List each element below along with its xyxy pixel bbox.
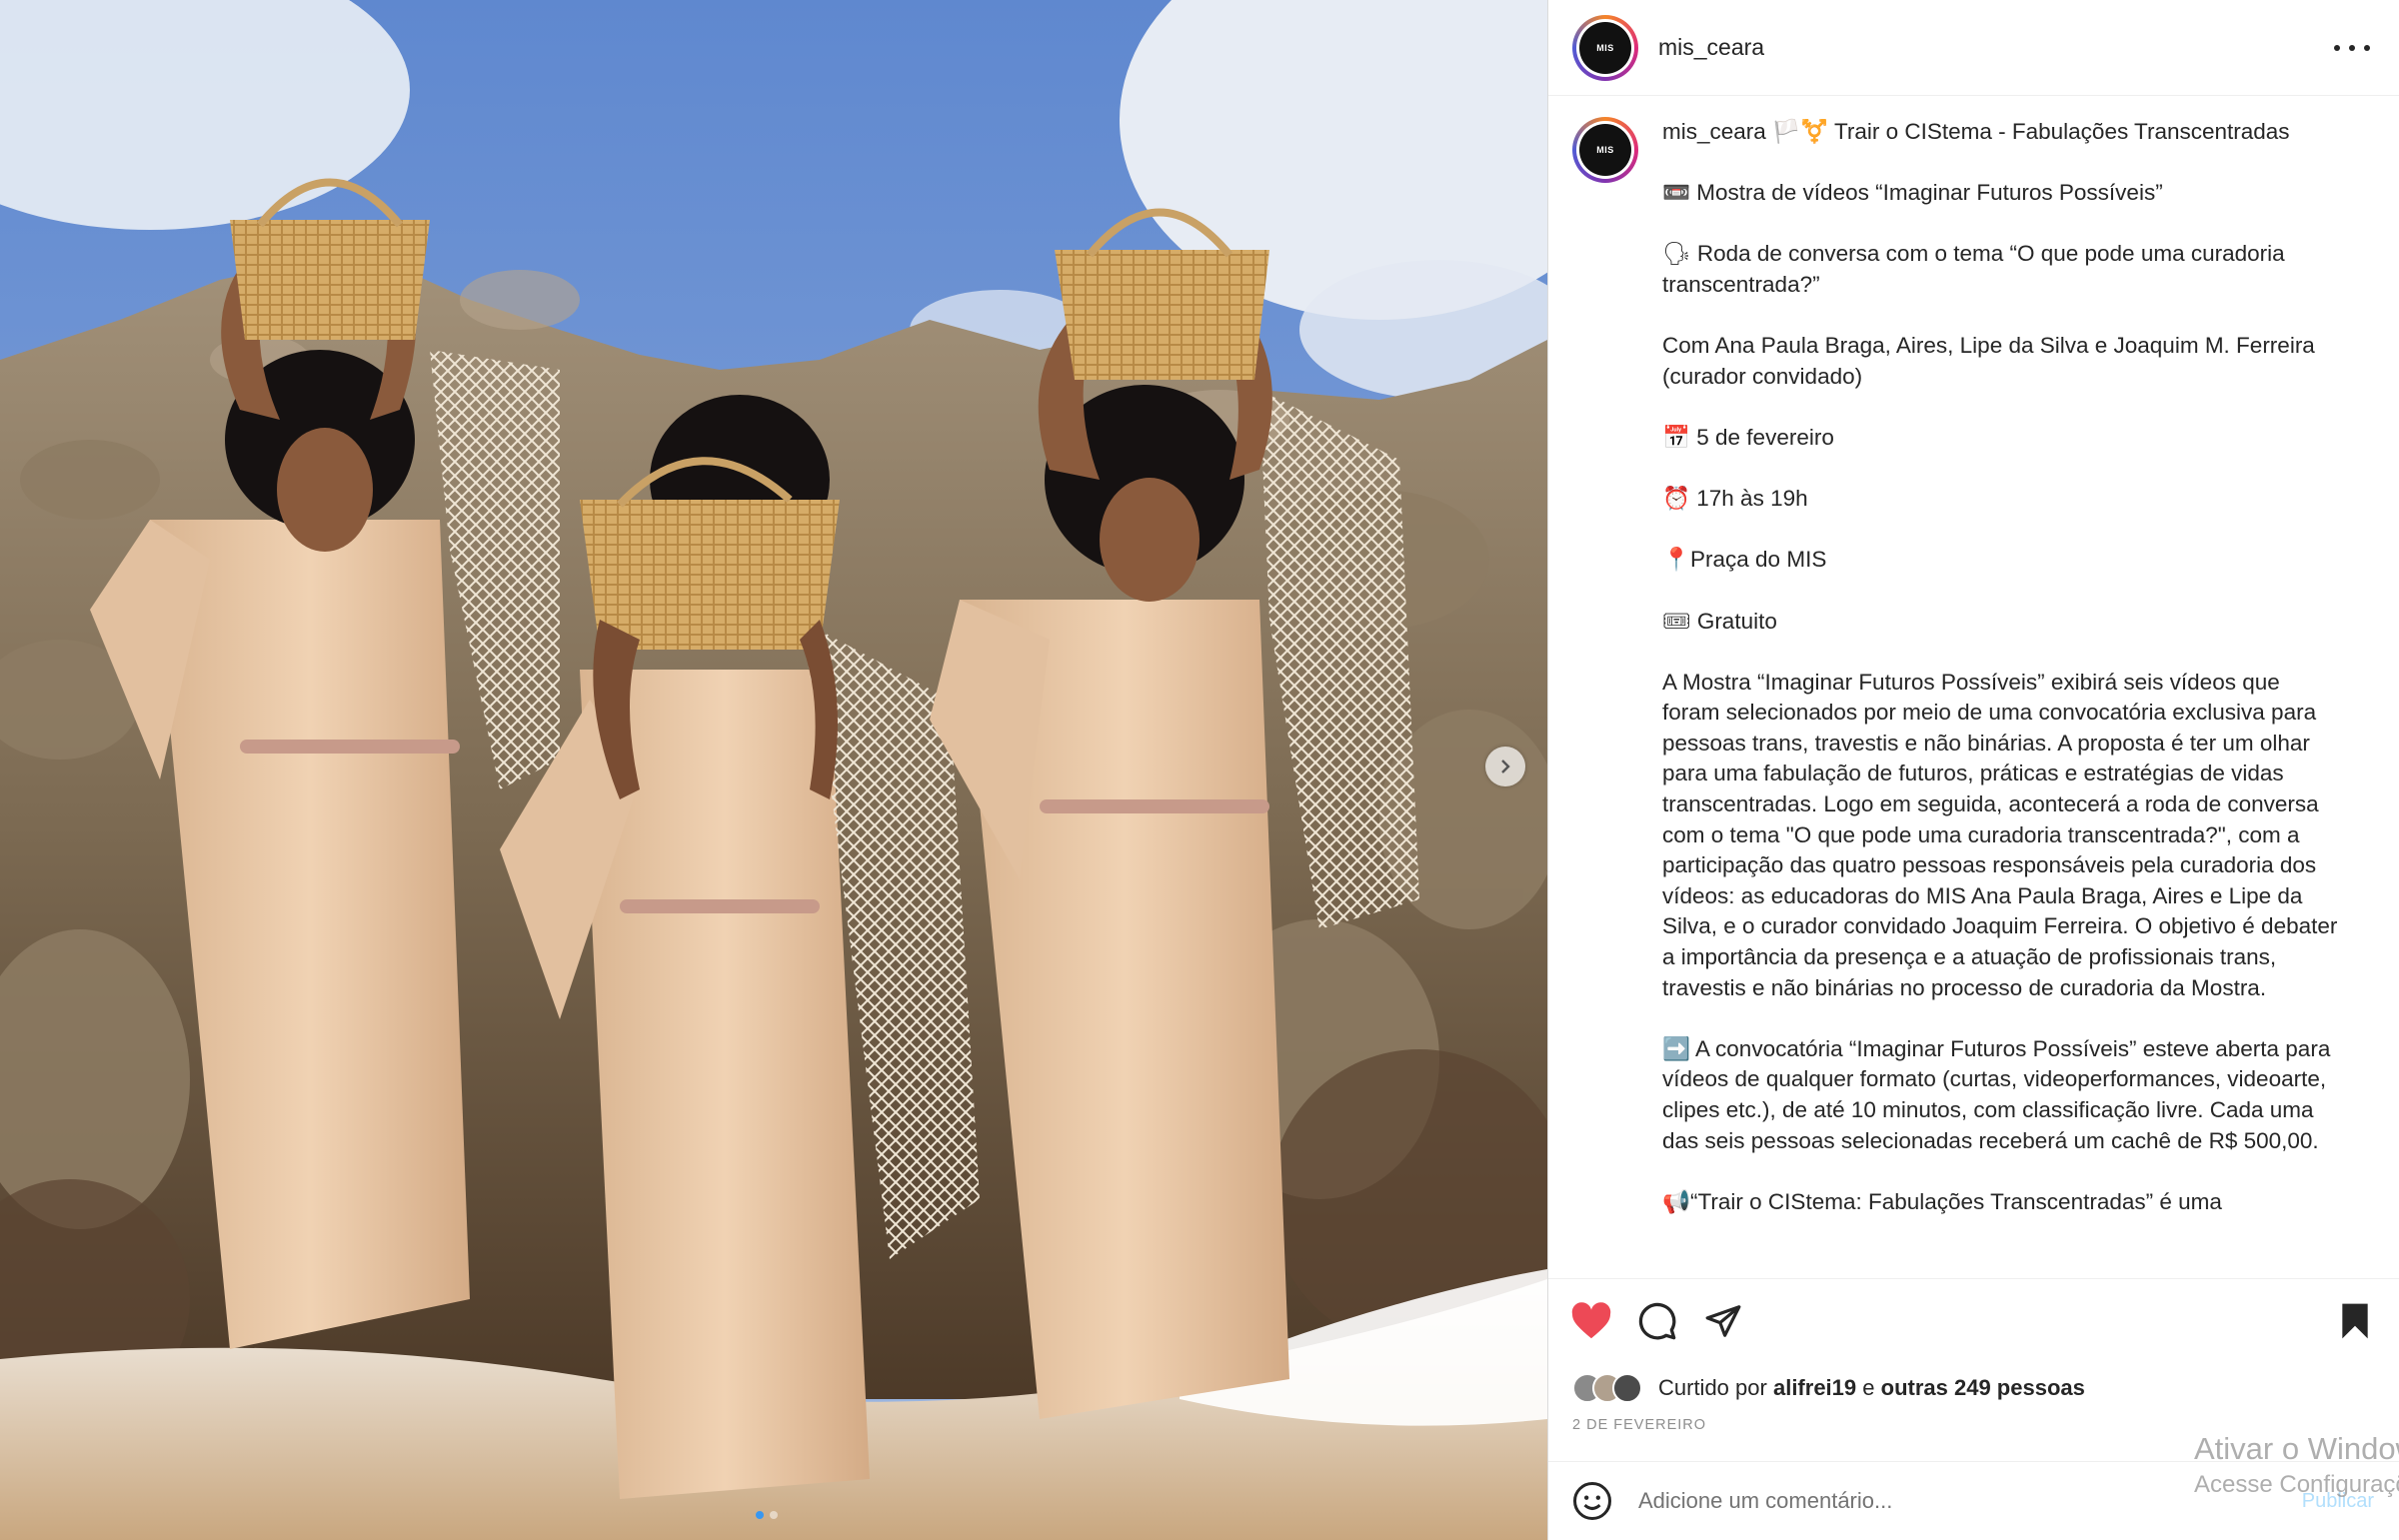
post-media[interactable] [0,0,1547,1540]
caption-line: 🎟 Gratuito [1662,608,1777,634]
more-icon[interactable] [2334,36,2370,60]
likes-summary: Curtido por alifrei19 e outras 249 pesso… [1572,1373,2085,1403]
caption-text: mis_ceara 🏳️⚧️ Trair o CIStema - Fabulaç… [1662,117,2342,1217]
carousel-indicator [756,1511,778,1519]
caption-username[interactable]: mis_ceara [1662,119,1766,144]
post-header: MIS mis_ceara [1548,0,2399,96]
windows-activation-watermark: Ativar o Windows Acesse Configurações [2194,1431,2399,1498]
action-bar [1548,1278,2399,1352]
next-image-button[interactable] [1485,747,1525,786]
carousel-dot [770,1511,778,1519]
post-side-panel: MIS mis_ceara MIS mis_ceara 🏳️⚧️ Trair o… [1547,0,2399,1540]
post-dialog: MIS mis_ceara MIS mis_ceara 🏳️⚧️ Trair o… [0,0,2399,1540]
heart-icon [1571,1302,1611,1339]
likes-count-link[interactable]: outras 249 pessoas [1881,1375,2085,1401]
header-username[interactable]: mis_ceara [1658,34,1764,61]
caption-paragraph: A Mostra “Imaginar Futuros Possíveis” ex… [1662,669,2344,1000]
caption-line: 📅 5 de fevereiro [1662,424,1834,450]
caption-line: ⏰ 17h às 19h [1662,486,1808,512]
avatar [1612,1373,1642,1403]
comment-input[interactable] [1638,1488,2198,1514]
chevron-right-icon [1501,760,1510,773]
emoji-icon[interactable] [1572,1481,1612,1521]
caption-scroll-area[interactable]: MIS mis_ceara 🏳️⚧️ Trair o CIStema - Fab… [1548,97,2399,1278]
bookmark-icon [2342,1303,2368,1339]
post-date: 2 DE FEVEREIRO [1572,1417,1707,1433]
share-button[interactable] [1702,1301,1744,1341]
carousel-dot-active [756,1511,764,1519]
likes-middle: e [1862,1375,1875,1400]
caption-line: 🗣 Roda de conversa com o tema “O que pod… [1662,241,2291,297]
caption-avatar[interactable]: MIS [1572,117,1638,183]
like-button[interactable] [1570,1301,1612,1341]
liker-username[interactable]: alifrei19 [1773,1375,1856,1401]
caption-paragraph: ➡️ A convocatória “Imaginar Futuros Poss… [1662,1035,2337,1153]
liker-avatars [1572,1373,1642,1403]
share-icon [1705,1305,1741,1337]
post-photo [0,0,1547,1540]
caption-line: Com Ana Paula Braga, Aires, Lipe da Silv… [1662,333,2322,389]
caption-line: 📢“Trair o CIStema: Fabulações Transcentr… [1662,1188,2222,1214]
caption: MIS mis_ceara 🏳️⚧️ Trair o CIStema - Fab… [1572,117,2392,1217]
comment-icon [1638,1302,1676,1340]
save-button[interactable] [2334,1301,2376,1341]
comment-button[interactable] [1636,1301,1678,1341]
caption-line: 📼 Mostra de vídeos “Imaginar Futuros Pos… [1662,180,2163,206]
caption-line: 📍Praça do MIS [1662,547,1827,573]
avatar[interactable]: MIS [1572,14,1638,81]
likes-prefix: Curtido por [1658,1375,1767,1400]
caption-line: 🏳️⚧️ Trair o CIStema - Fabulações Transc… [1772,119,2290,144]
